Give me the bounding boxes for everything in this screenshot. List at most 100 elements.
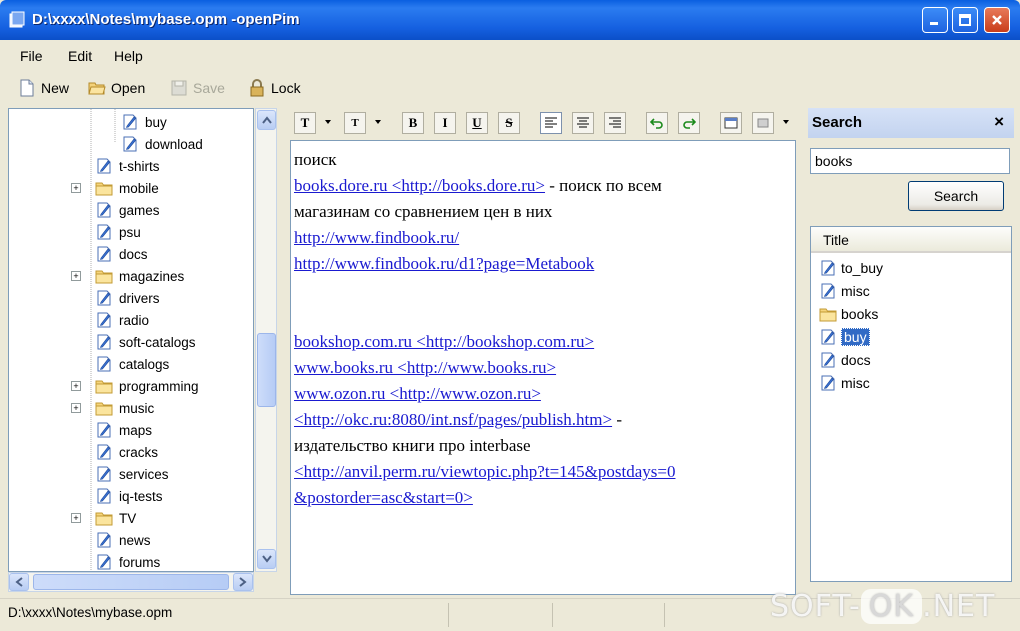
tree-item-label: news [119, 532, 151, 548]
italic-button[interactable]: I [434, 112, 456, 134]
font-size-button[interactable]: T [344, 112, 366, 134]
minimize-button[interactable] [922, 7, 948, 33]
scroll-down-button[interactable] [257, 549, 276, 569]
editor-line: books.dore.ru <http://books.dore.ru> - п… [294, 173, 792, 199]
result-item[interactable]: books [819, 303, 878, 325]
hyperlink[interactable]: <http://okc.ru:8080/int.nsf/pages/publis… [294, 410, 612, 429]
result-item[interactable]: misc [819, 280, 870, 302]
tree-item[interactable]: magazines [95, 265, 184, 287]
undo-button[interactable] [646, 112, 668, 134]
search-input[interactable] [810, 148, 1010, 174]
tree-item[interactable]: music [95, 397, 154, 419]
menu-edit[interactable]: Edit [68, 48, 92, 64]
align-left-button[interactable] [540, 112, 562, 134]
expand-toggle[interactable]: + [71, 403, 81, 413]
title-bar: D:\xxxx\Notes\mybase.opm -openPim [0, 0, 1020, 40]
folder-icon [95, 270, 113, 284]
result-item[interactable]: docs [819, 349, 871, 371]
expand-toggle[interactable]: + [71, 513, 81, 523]
tree-item[interactable]: catalogs [95, 353, 169, 375]
tree-horizontal-scrollbar[interactable] [8, 572, 254, 592]
expand-toggle[interactable]: + [71, 271, 81, 281]
new-button[interactable]: New [18, 79, 69, 97]
redo-button[interactable] [678, 112, 700, 134]
notes-tree[interactable]: buy download t-shirts + mobile games psu docs + m… [8, 108, 254, 572]
hyperlink[interactable]: <http://anvil.perm.ru/viewtopic.php?t=14… [294, 462, 675, 481]
hyperlink[interactable]: www.books.ru <http://www.books.ru> [294, 358, 556, 377]
tree-item[interactable]: iq-tests [95, 485, 163, 507]
tree-item[interactable]: programming [95, 375, 199, 397]
tree-item[interactable]: download [121, 133, 203, 155]
tree-item[interactable]: radio [95, 309, 149, 331]
align-right-button[interactable] [604, 112, 626, 134]
column-header-title[interactable]: Title [811, 227, 1011, 253]
tree-item[interactable]: TV [95, 507, 136, 529]
strikethrough-button[interactable]: S [498, 112, 520, 134]
note-icon [97, 224, 111, 240]
color-dropdown-arrow[interactable] [783, 120, 789, 124]
scroll-up-button[interactable] [257, 110, 276, 130]
color-button[interactable] [752, 112, 774, 134]
close-search-icon[interactable]: × [994, 112, 1004, 132]
result-item[interactable]: misc [819, 372, 870, 394]
tree-item[interactable]: t-shirts [95, 155, 160, 177]
editor-line: магазинам со сравнением цен в них [294, 199, 792, 225]
editor-text: поиск [294, 150, 337, 169]
editor-text: - поиск по всем [545, 176, 662, 195]
font-size-dropdown-arrow[interactable] [375, 120, 381, 124]
result-item[interactable]: to_buy [819, 257, 883, 279]
tree-item[interactable]: buy [121, 111, 167, 133]
hyperlink[interactable]: books.dore.ru <http://books.dore.ru> [294, 176, 545, 195]
tree-item[interactable]: soft-catalogs [95, 331, 196, 353]
insert-table-button[interactable] [720, 112, 742, 134]
result-item[interactable]: buy [819, 326, 870, 348]
menu-file[interactable]: File [20, 48, 43, 64]
underline-button[interactable]: U [466, 112, 488, 134]
align-center-button[interactable] [572, 112, 594, 134]
note-icon [97, 290, 111, 306]
font-dropdown-arrow[interactable] [325, 120, 331, 124]
note-icon [97, 466, 111, 482]
font-button[interactable]: T [294, 112, 316, 134]
tree-item[interactable]: forums [95, 551, 160, 571]
horizontal-scroll-thumb[interactable] [33, 574, 229, 590]
tree-item[interactable]: services [95, 463, 169, 485]
hyperlink[interactable]: http://www.findbook.ru/ [294, 228, 459, 247]
expand-toggle[interactable]: + [71, 183, 81, 193]
maximize-button[interactable] [952, 7, 978, 33]
save-button[interactable]: Save [170, 79, 225, 97]
tree-item[interactable]: cracks [95, 441, 158, 463]
hyperlink[interactable]: &postorder=asc&start=0> [294, 488, 473, 507]
tree-item[interactable]: news [95, 529, 151, 551]
search-results-list[interactable]: Title to_buy misc books buy docs misc [810, 226, 1012, 582]
save-icon [171, 80, 187, 96]
tree-item[interactable]: games [95, 199, 160, 221]
result-item-label: docs [841, 352, 871, 368]
tree-item[interactable]: drivers [95, 287, 160, 309]
close-window-button[interactable] [984, 7, 1010, 33]
expand-toggle[interactable]: + [71, 381, 81, 391]
note-icon [97, 246, 111, 262]
scroll-left-button[interactable] [9, 573, 29, 591]
scroll-thumb[interactable] [257, 333, 276, 407]
bold-button[interactable]: B [402, 112, 424, 134]
tree-vertical-scrollbar[interactable] [255, 108, 277, 572]
search-header: Search × [808, 108, 1014, 138]
hyperlink[interactable]: www.ozon.ru <http://www.ozon.ru> [294, 384, 541, 403]
search-panel: Search × Search Title to_buymisc books buy… [808, 108, 1014, 596]
tree-item[interactable]: mobile [95, 177, 159, 199]
scroll-right-button[interactable] [233, 573, 253, 591]
hyperlink[interactable]: bookshop.com.ru <http://bookshop.com.ru> [294, 332, 594, 351]
lock-button[interactable]: Lock [248, 79, 301, 97]
menu-help[interactable]: Help [114, 48, 143, 64]
editor-text: издательство книги про interbase [294, 436, 531, 455]
tree-item[interactable]: maps [95, 419, 152, 441]
tree-item[interactable]: psu [95, 221, 141, 243]
note-editor[interactable]: поиск books.dore.ru <http://books.dore.ru… [290, 140, 796, 595]
open-button[interactable]: Open [88, 79, 145, 97]
note-icon [123, 114, 137, 130]
hyperlink[interactable]: http://www.findbook.ru/d1?page=Metabook [294, 254, 594, 273]
search-button[interactable]: Search [908, 181, 1004, 211]
folder-icon [95, 402, 113, 416]
tree-item[interactable]: docs [95, 243, 148, 265]
